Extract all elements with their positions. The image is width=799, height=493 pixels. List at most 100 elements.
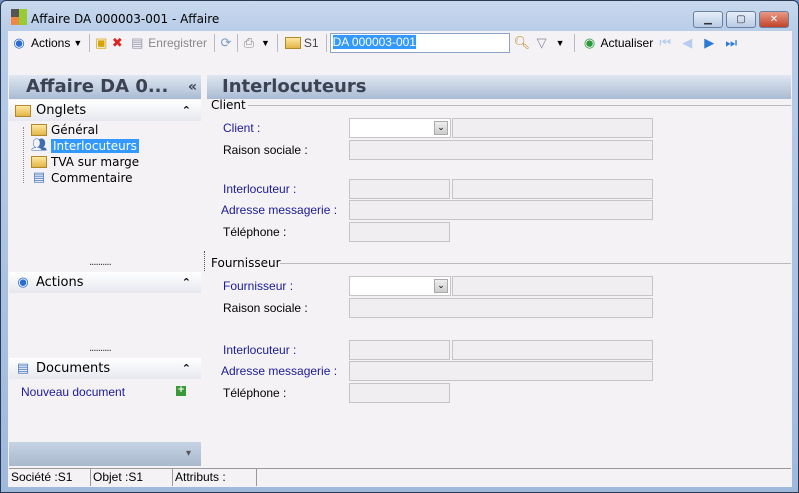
new-icon[interactable]: ▣ xyxy=(93,35,109,51)
fournisseur-raison-field[interactable] xyxy=(349,298,653,318)
delete-icon[interactable]: ✖ xyxy=(109,35,125,51)
chevron-down-icon[interactable]: ▾ xyxy=(186,448,191,459)
client-adresse-field[interactable] xyxy=(349,200,653,220)
status-empty xyxy=(257,469,791,486)
separator xyxy=(236,34,238,52)
separator xyxy=(325,34,327,52)
client-group-label: Client xyxy=(211,98,246,112)
client-interlocuteur-label: Interlocuteur : xyxy=(223,182,297,196)
filter-dropdown-icon[interactable]: ▼ xyxy=(556,38,565,48)
page-title: Interlocuteurs xyxy=(207,75,791,99)
vertical-splitter[interactable] xyxy=(204,251,205,271)
close-button[interactable]: ✕ xyxy=(759,11,789,28)
separator xyxy=(276,34,278,52)
window: Affaire DA 000003-001 - Affaire ▁ ▢ ✕ ◉ … xyxy=(0,0,799,493)
folder-icon xyxy=(15,104,31,117)
fournisseur-label: Fournisseur : xyxy=(223,279,294,293)
search-value: DA 000003-001 xyxy=(332,35,416,49)
add-icon[interactable]: + xyxy=(176,386,186,396)
documents-section-header[interactable]: ▤ Documents ⌃ xyxy=(9,358,201,379)
folder-icon xyxy=(31,156,47,168)
company-button[interactable]: S1 xyxy=(281,36,323,50)
actions-label: Actions xyxy=(31,36,71,50)
actions-section-header[interactable]: ◉ Actions ⌃ xyxy=(9,272,201,293)
client-interlocuteur-name-field[interactable] xyxy=(452,179,653,199)
onglets-section-header[interactable]: Onglets ⌃ xyxy=(9,100,201,121)
minimize-button[interactable]: ▁ xyxy=(693,11,723,28)
fournisseur-interlocuteur-label: Interlocuteur : xyxy=(223,343,297,357)
fournisseur-name-field[interactable] xyxy=(452,276,653,296)
app-icon xyxy=(11,9,27,25)
tree-line xyxy=(23,127,24,183)
client-area: ◉ Actions ▼ ▣ ✖ ▤ Enregistrer ⟳ ⎙ ▼ S1 DA … xyxy=(8,31,792,487)
filter-icon[interactable]: ▽ xyxy=(534,35,550,51)
actions-title: Actions xyxy=(36,275,84,290)
client-interlocuteur-code-field[interactable] xyxy=(349,179,450,199)
chevron-down-icon[interactable]: ⌄ xyxy=(434,121,448,135)
chevron-down-icon: ▼ xyxy=(73,38,83,48)
divider xyxy=(248,105,791,106)
collapse-icon[interactable]: ⌃ xyxy=(182,276,191,289)
refresh-button[interactable]: ◉ Actualiser xyxy=(578,35,658,51)
window-title: Affaire DA 000003-001 - Affaire xyxy=(31,12,220,26)
refresh-label: Actualiser xyxy=(600,36,654,50)
previous-record-icon[interactable]: ◀ xyxy=(679,35,695,51)
collapse-icon[interactable]: ⌃ xyxy=(182,104,191,117)
save-label: Enregistrer xyxy=(148,36,207,50)
splitter-handle[interactable]: .......... xyxy=(89,343,112,354)
client-raison-field[interactable] xyxy=(349,140,653,160)
panel-expand-bar[interactable]: ▾ xyxy=(9,442,201,466)
fournisseur-telephone-field[interactable] xyxy=(349,383,450,403)
last-record-icon[interactable]: ⏭ xyxy=(723,35,739,51)
client-label: Client : xyxy=(223,121,261,135)
divider xyxy=(280,263,791,264)
search-icon[interactable]: 🔍︎ xyxy=(514,35,531,51)
tree-item-label: Interlocuteurs xyxy=(51,139,139,153)
fournisseur-adresse-field[interactable] xyxy=(349,361,653,381)
first-record-icon[interactable]: ⏮ xyxy=(657,35,673,51)
left-panel: Affaire DA 0... « Onglets ⌃ Général 👥︎ Int… xyxy=(9,75,201,467)
maximize-button[interactable]: ▢ xyxy=(726,11,756,28)
tree-item-label: Commentaire xyxy=(51,171,133,185)
fournisseur-interlocuteur-code-field[interactable] xyxy=(349,340,450,360)
client-combobox[interactable]: ⌄ xyxy=(349,118,451,138)
tree-item-commentaire[interactable]: ▤ Commentaire xyxy=(31,170,133,186)
client-telephone-field[interactable] xyxy=(349,222,450,242)
company-label: S1 xyxy=(303,36,319,50)
folder-icon xyxy=(284,37,301,49)
client-name-field[interactable] xyxy=(452,118,653,138)
users-icon: 👥︎ xyxy=(31,138,48,153)
actions-menu[interactable]: Actions ▼ xyxy=(27,36,86,50)
tree-item-interlocuteurs[interactable]: 👥︎ Interlocuteurs xyxy=(31,138,139,154)
sync-icon[interactable]: ⟳ xyxy=(218,35,234,51)
fournisseur-interlocuteur-name-field[interactable] xyxy=(452,340,653,360)
new-document-link[interactable]: Nouveau document xyxy=(21,385,125,399)
fournisseur-group-label: Fournisseur xyxy=(211,256,281,270)
client-adresse-label: Adresse messagerie : xyxy=(221,203,338,217)
separator xyxy=(89,34,91,52)
toolbar: ◉ Actions ▼ ▣ ✖ ▤ Enregistrer ⟳ ⎙ ▼ S1 DA … xyxy=(8,31,792,55)
tree-item-tva[interactable]: TVA sur marge xyxy=(31,154,139,170)
collapse-panel-button[interactable]: « xyxy=(188,75,197,99)
document-icon: ▤ xyxy=(16,360,30,376)
status-attributs: Attributs : xyxy=(173,469,257,486)
home-icon[interactable]: ◉ xyxy=(11,35,27,51)
search-input[interactable]: DA 000003-001 xyxy=(329,33,510,53)
print-dropdown-icon[interactable]: ▼ xyxy=(261,38,270,48)
collapse-icon[interactable]: ⌃ xyxy=(182,362,191,375)
splitter-handle[interactable]: .......... xyxy=(89,257,112,268)
tree-item-general[interactable]: Général xyxy=(31,122,98,138)
save-button[interactable]: ▤ Enregistrer xyxy=(125,35,211,51)
folder-icon xyxy=(31,124,47,136)
separator xyxy=(213,34,215,52)
actions-icon: ◉ xyxy=(17,274,29,290)
next-record-icon[interactable]: ▶ xyxy=(701,35,717,51)
fournisseur-raison-label: Raison sociale : xyxy=(223,301,308,315)
left-panel-title: Affaire DA 0... xyxy=(26,76,169,97)
print-icon[interactable]: ⎙ xyxy=(241,35,257,51)
client-raison-label: Raison sociale : xyxy=(223,143,308,157)
left-panel-header: Affaire DA 0... « xyxy=(9,75,201,99)
refresh-icon: ◉ xyxy=(583,35,596,50)
fournisseur-combobox[interactable]: ⌄ xyxy=(349,276,451,296)
chevron-down-icon[interactable]: ⌄ xyxy=(434,279,448,293)
